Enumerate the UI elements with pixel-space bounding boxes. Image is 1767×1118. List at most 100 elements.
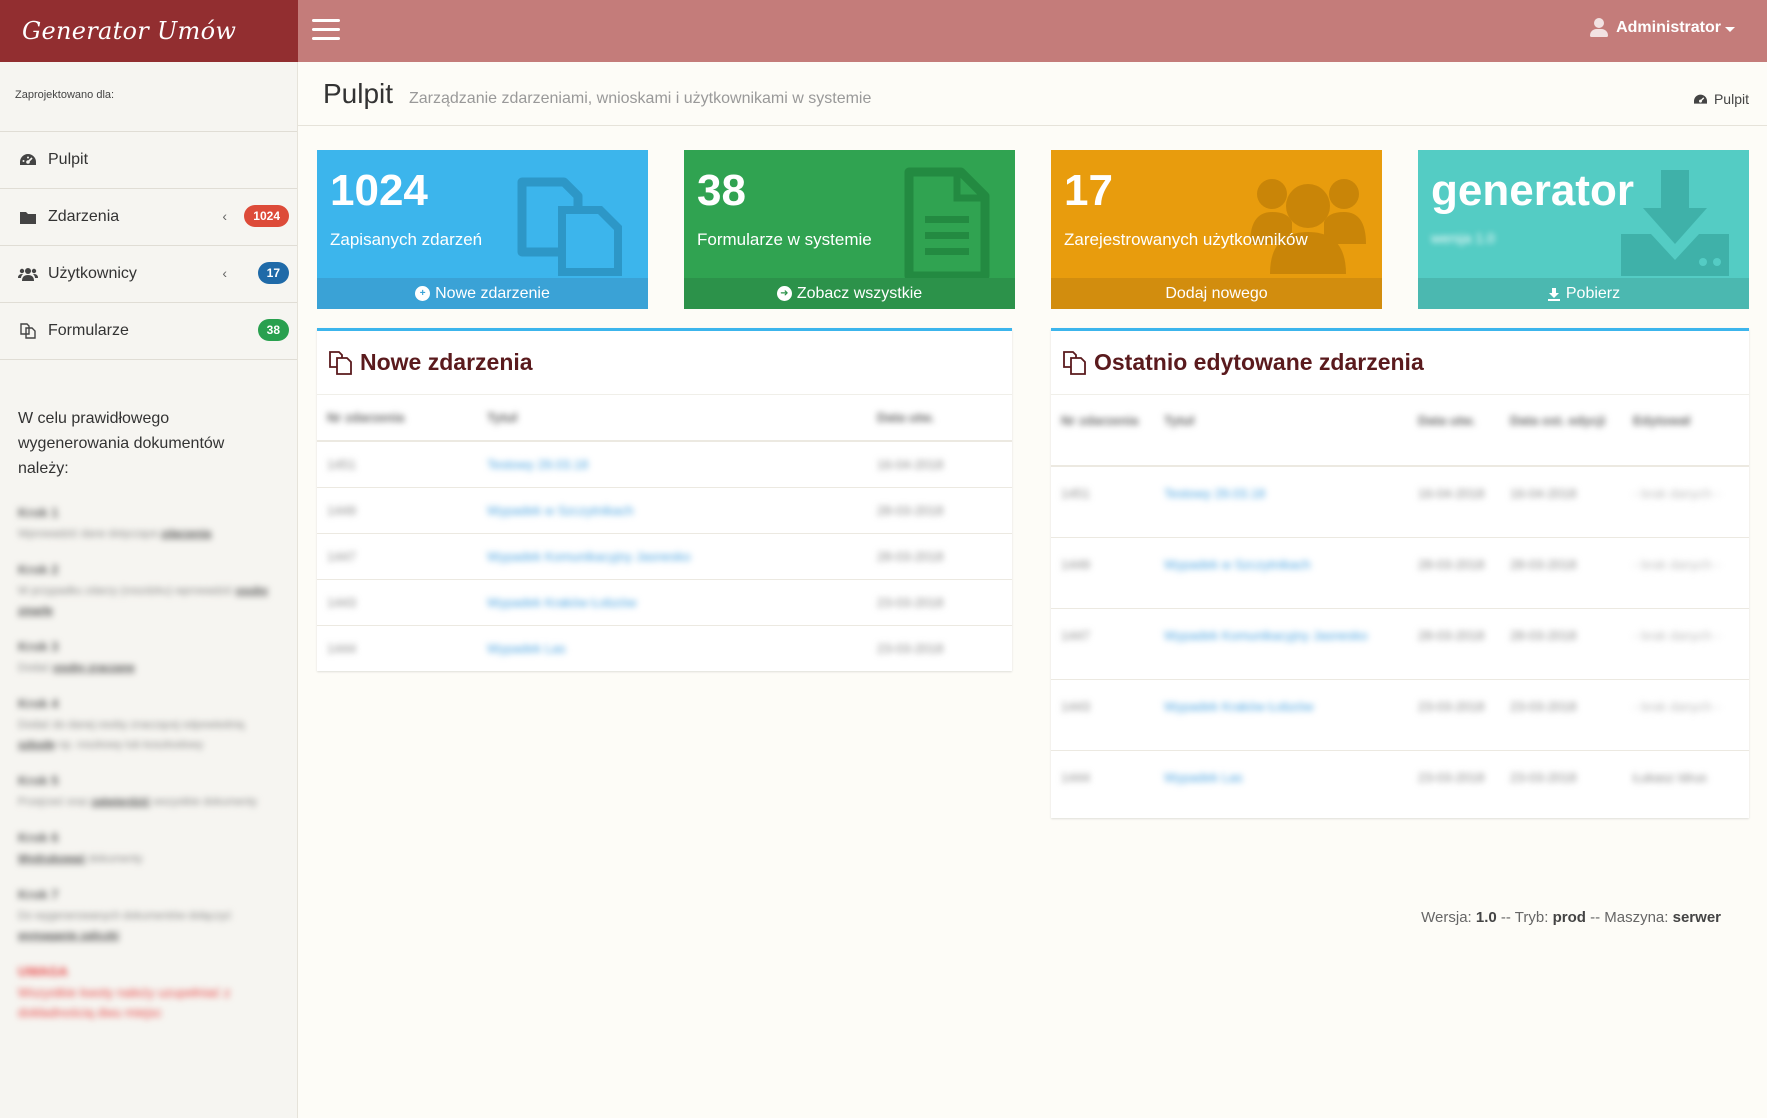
cell-number: 1447 [1051, 607, 1154, 679]
tile-footer-label: Nowe zdarzenie [435, 284, 550, 302]
sidebar-item-label: Formularze [48, 322, 129, 339]
cell-date: 16-04-2018 [1408, 465, 1500, 537]
step-text: dokumenty [88, 853, 143, 865]
table-row: 1444 Wypadek Las 23-03-2018 23-03-2018 Ł… [1051, 749, 1749, 821]
stat-label: wersja 1.0 [1431, 230, 1495, 246]
dashboard-icon [18, 151, 38, 169]
new-events-panel: Nowe zdarzenia Nr zdarzenia Tytuł Data u… [317, 328, 1012, 671]
menu-toggle-icon[interactable] [312, 19, 340, 41]
column-header[interactable]: Tytuł [1154, 395, 1408, 467]
sidebar-item-label: Zdarzenia [48, 208, 120, 225]
column-header[interactable]: Data utw. [867, 395, 1012, 442]
cell-date: 28-03-2018 [867, 532, 1012, 579]
stat-value: generator [1431, 166, 1634, 215]
table-row: 1443 Wypadek Kraków Łobzów 23-03-2018 23… [1051, 678, 1749, 750]
table-row: 1449 Wypadek w Szczytnikach 28-03-2018 [317, 486, 1012, 533]
add-user-button[interactable]: Dodaj nowego [1051, 278, 1382, 309]
step-link[interactable]: wymaganie zaliczki [18, 930, 119, 942]
caret-down-icon [1725, 26, 1735, 32]
sidebar-item-formularze[interactable]: Formularze 38 [0, 303, 297, 360]
cell-editor: - brak danych - [1623, 536, 1749, 608]
download-icon [1547, 287, 1560, 301]
tile-footer-label: Pobierz [1565, 284, 1621, 302]
cell-number: 1449 [1051, 536, 1154, 608]
count-badge: 38 [257, 319, 289, 341]
stat-value: 17 [1064, 166, 1113, 215]
stat-value: 1024 [330, 166, 428, 215]
step-text: Do wygenerowanych dokumentów dołączyć [18, 910, 232, 922]
view-all-button[interactable]: ➜ Zobacz wszystkie [684, 278, 1015, 309]
main-content: Pulpit Zarządzanie zdarzeniami, wnioskam… [298, 62, 1767, 1118]
event-link[interactable]: Wypadek w Szczytnikach [477, 486, 867, 533]
column-header[interactable]: Nr zdarzenia [317, 395, 477, 442]
table-header-row: Nr zdarzenia Tytuł Data utw. Data ost. e… [1051, 395, 1749, 467]
sidebar-item-uzytkownicy[interactable]: Użytkownicy ‹ 17 [0, 246, 297, 303]
column-header[interactable]: Edytował [1623, 395, 1749, 467]
event-link[interactable]: Wypadek Las [477, 624, 867, 671]
step-title: Krok 7 [18, 887, 59, 902]
page-title: Pulpit [323, 78, 394, 109]
event-link[interactable]: Wypadek Kraków Łobzów [1154, 678, 1408, 750]
instruction-step: Krok 4 Dodać do danej osoby znaczącej od… [18, 696, 279, 755]
step-link[interactable]: szkodę [18, 739, 55, 751]
step-text: W przypadku zdarzy (roszdzku) wprowadzić [18, 585, 233, 597]
event-link[interactable]: Wypadek Komunikacyjny Jasnesko [1154, 607, 1408, 679]
step-link[interactable]: osoby zraczane [53, 662, 135, 674]
instruction-step: Krok 2 W przypadku zdarzy (roszdzku) wpr… [18, 562, 279, 621]
column-header[interactable]: Data ost. edycji [1500, 395, 1623, 467]
cell-number: 1443 [1051, 678, 1154, 750]
warning-text: Wszystkie kwoty należy uzupełniać z dokł… [18, 985, 231, 1020]
event-link[interactable]: Wypadek w Szczytnikach [1154, 536, 1408, 608]
designed-for-label: Zaprojektowano dla: [0, 62, 297, 132]
table-row: 1443 Wypadek Kraków Łobzów 23-03-2018 [317, 578, 1012, 625]
stat-label: Zapisanych zdarzeń [330, 230, 483, 249]
instruction-step: Krok 5 Przejrzeć oraz zatwierdzić wszyst… [18, 773, 279, 812]
step-link[interactable]: zdarzenia [161, 528, 211, 540]
panel-header: Ostatnio edytowane zdarzenia [1051, 331, 1749, 395]
plus-circle-icon: + [415, 286, 431, 301]
cell-editor: - brak danych - [1623, 607, 1749, 679]
brand-logo[interactable]: Generator Umów [0, 0, 298, 62]
document-icon [904, 167, 990, 281]
event-link[interactable]: Testowy 29.03.18 [477, 440, 867, 487]
column-header[interactable]: Nr zdarzenia [1051, 395, 1154, 467]
instructions-lead: W celu prawidłowego wygenerowania dokume… [18, 410, 225, 477]
step-link[interactable]: Wydrukować [18, 853, 86, 865]
event-link[interactable]: Wypadek Las [1154, 749, 1408, 821]
table-row: 1447 Wypadek Komunikacyjny Jasnesko 28-0… [1051, 607, 1749, 679]
page-subtitle: Zarządzanie zdarzeniami, wnioskami i uży… [409, 90, 872, 107]
new-events-table: Nr zdarzenia Tytuł Data utw. 1451 Testow… [317, 395, 1012, 671]
new-event-button[interactable]: + Nowe zdarzenie [317, 278, 648, 309]
download-button[interactable]: Pobierz [1418, 278, 1749, 309]
count-badge: 17 [257, 262, 289, 284]
machine-label: -- Maszyna: [1590, 909, 1669, 926]
event-link[interactable]: Wypadek Kraków Łobzów [477, 578, 867, 625]
cell-number: 1444 [317, 624, 477, 671]
user-menu[interactable]: Administrator [1590, 18, 1735, 38]
recent-events-panel: Ostatnio edytowane zdarzenia Nr zdarzeni… [1051, 328, 1749, 821]
cell-date: 16-04-2018 [1500, 465, 1623, 537]
breadcrumb[interactable]: Pulpit [1693, 91, 1749, 107]
sidebar-item-zdarzenia[interactable]: Zdarzenia ‹ 1024 [0, 189, 297, 246]
cell-date: 23-03-2018 [1408, 749, 1500, 821]
column-header[interactable]: Tytuł [477, 395, 867, 442]
table-row: 1449 Wypadek w Szczytnikach 28-03-2018 2… [1051, 536, 1749, 608]
sidebar-item-pulpit[interactable]: Pulpit [0, 132, 297, 189]
column-header[interactable]: Data utw. [1408, 395, 1500, 467]
table-header-row: Nr zdarzenia Tytuł Data utw. [317, 395, 1012, 442]
content-header: Pulpit Zarządzanie zdarzeniami, wnioskam… [298, 62, 1767, 126]
cell-date: 16-04-2018 [867, 440, 1012, 487]
top-bar: Generator Umów Administrator [0, 0, 1767, 62]
cell-date: 28-03-2018 [867, 486, 1012, 533]
step-text: Przejrzeć oraz [18, 796, 89, 808]
table-row: 1451 Testowy 29.03.18 16-04-2018 16-04-2… [1051, 465, 1749, 537]
event-link[interactable]: Wypadek Komunikacyjny Jasnesko [477, 532, 867, 579]
event-link[interactable]: Testowy 29.03.18 [1154, 465, 1408, 537]
tile-footer-label: Zobacz wszystkie [796, 284, 923, 302]
step-title: Krok 2 [18, 562, 59, 577]
cell-date: 23-03-2018 [1500, 749, 1623, 821]
cell-date: 23-03-2018 [1500, 678, 1623, 750]
navbar: Administrator [298, 0, 1767, 62]
step-link[interactable]: zatwierdzić [91, 796, 150, 808]
instruction-steps: Krok 1 Wprowadzić dane dotyczące zdarzen… [18, 505, 279, 1023]
